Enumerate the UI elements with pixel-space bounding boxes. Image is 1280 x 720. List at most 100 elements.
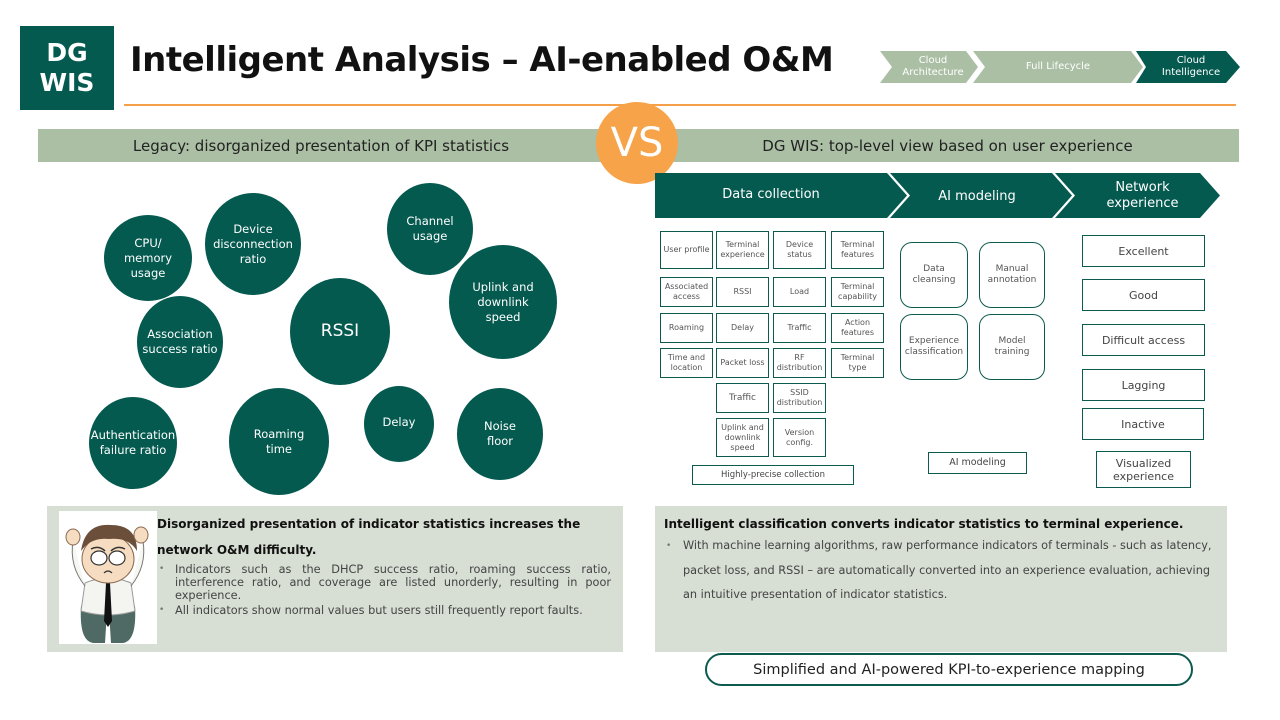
data-cell: Traffic <box>773 313 826 343</box>
data-cell: RSSI <box>716 277 769 307</box>
experience-level: Good <box>1082 279 1205 311</box>
network-experience-caption: Visualized experience <box>1096 451 1191 488</box>
title-divider <box>124 104 1236 106</box>
logo-line-1: DG <box>46 38 88 67</box>
logo-line-2: WIS <box>39 68 95 97</box>
kpi-bubble-label: Roaming time <box>253 426 305 456</box>
data-cell-label: Traffic <box>728 393 757 403</box>
data-cell-label: RSSI <box>733 287 752 296</box>
kpi-bubble: CPU/ memory usage <box>104 215 192 301</box>
ai-cell-label: Data cleansing <box>912 264 956 285</box>
step-network-experience: Network experience <box>1055 173 1220 218</box>
vs-label: VS <box>610 120 664 166</box>
data-collection-caption: Highly-precise collection <box>692 465 854 485</box>
dgwis-info-text: Intelligent classification converts indi… <box>664 514 1220 608</box>
experience-level: Excellent <box>1082 235 1205 267</box>
ai-cell-label: Model training <box>994 336 1030 357</box>
kpi-bubble-label: Authentication failure ratio <box>90 428 176 457</box>
data-cell: Terminal type <box>831 348 884 378</box>
ai-cell: Data cleansing <box>900 242 968 308</box>
data-cell-label: Action features <box>840 318 875 337</box>
dgwis-info-bullets: With machine learning algorithms, raw pe… <box>664 534 1220 608</box>
data-cell-label: Terminal capability <box>838 282 877 301</box>
step-label: AI modeling <box>938 189 1016 204</box>
experience-level-label: Lagging <box>1121 378 1166 392</box>
caption-label: Highly-precise collection <box>721 470 825 480</box>
experience-level: Inactive <box>1082 408 1204 440</box>
step-label: Data collection <box>722 186 820 202</box>
dgwis-heading: DG WIS: top-level view based on user exp… <box>762 136 1133 155</box>
data-cell-label: Device status <box>785 240 814 259</box>
breadcrumb-label: Cloud Intelligence <box>1161 55 1221 78</box>
kpi-bubble: Association success ratio <box>137 296 223 388</box>
legacy-info-panel: Disorganized presentation of indicator s… <box>47 506 623 652</box>
data-cell: Version config. <box>773 418 826 457</box>
kpi-bubble: Authentication failure ratio <box>89 397 177 489</box>
bullet-item: With machine learning algorithms, raw pe… <box>664 534 1220 608</box>
kpi-bubble-label: Channel usage <box>406 214 454 243</box>
data-cell: Terminal capability <box>831 277 884 307</box>
summary-pill: Simplified and AI-powered KPI-to-experie… <box>705 653 1193 686</box>
vs-badge: VS <box>596 102 678 184</box>
experience-level-label: Good <box>1129 288 1158 302</box>
data-cell: Associated access <box>660 277 713 307</box>
data-cell-label: Load <box>789 287 810 296</box>
kpi-bubble: Noise floor <box>457 388 543 480</box>
data-cell: SSID distribution <box>773 383 826 413</box>
data-cell: Device status <box>773 231 826 269</box>
data-cell: Action features <box>831 313 884 343</box>
data-cell-label: RF distribution <box>776 353 823 372</box>
data-cell-label: Delay <box>731 323 754 332</box>
bullet-item: All indicators show normal values but us… <box>157 604 611 617</box>
ai-cell: Experience classification <box>900 314 968 380</box>
ai-cell: Manual annotation <box>979 242 1045 308</box>
frustrated-person-icon <box>65 524 149 643</box>
kpi-bubble: Device disconnection ratio <box>205 193 301 295</box>
kpi-bubble: Channel usage <box>387 183 473 275</box>
legacy-info-text: Disorganized presentation of indicator s… <box>157 511 611 617</box>
kpi-bubble: Roaming time <box>229 388 329 495</box>
frustrated-engineer-illustration <box>59 511 157 644</box>
data-cell-label: Roaming <box>668 323 705 332</box>
experience-level: Difficult access <box>1082 324 1205 356</box>
data-cell-label: Associated access <box>664 282 709 301</box>
data-cell: Traffic <box>716 383 769 413</box>
data-cell: Load <box>773 277 826 307</box>
breadcrumb-label: Full Lifecycle <box>1025 61 1091 72</box>
kpi-bubble: Delay <box>364 386 434 462</box>
caption-label: AI modeling <box>949 457 1006 468</box>
breadcrumb-cloud-intelligence[interactable]: Cloud Intelligence <box>1136 51 1240 83</box>
page-title: Intelligent Analysis – AI-enabled O&M <box>130 40 834 80</box>
kpi-bubble-label: Noise floor <box>484 419 516 448</box>
breadcrumb-cloud-architecture[interactable]: Cloud Architecture <box>880 51 978 83</box>
data-cell: Packet loss <box>716 348 769 378</box>
data-cell: RF distribution <box>773 348 826 378</box>
breadcrumb-label: Cloud Architecture <box>902 55 964 78</box>
ai-cell-label: Manual annotation <box>987 264 1037 285</box>
kpi-bubble: Uplink and downlink speed <box>449 245 557 359</box>
data-cell: Terminal features <box>831 231 884 269</box>
experience-level-label: Difficult access <box>1101 333 1186 347</box>
step-data-collection: Data collection <box>655 173 907 218</box>
step-label: Network experience <box>1106 179 1179 211</box>
data-cell-label: Terminal experience <box>720 240 765 259</box>
dgwis-info-panel: Intelligent classification converts indi… <box>655 506 1227 652</box>
kpi-bubble-label: Association success ratio <box>142 327 218 356</box>
kpi-bubble-label: Device disconnection ratio <box>213 221 293 266</box>
breadcrumb-full-lifecycle[interactable]: Full Lifecycle <box>973 51 1143 83</box>
kpi-bubble-label: RSSI <box>320 321 360 341</box>
kpi-bubble-label: Delay <box>382 414 416 429</box>
ai-modeling-caption: AI modeling <box>928 452 1027 474</box>
dgwis-heading-band: DG WIS: top-level view based on user exp… <box>656 129 1239 162</box>
data-cell-label: Packet loss <box>720 358 765 367</box>
data-cell: Terminal experience <box>716 231 769 269</box>
experience-level-label: Excellent <box>1118 244 1169 258</box>
data-cell: User profile <box>660 231 713 269</box>
experience-level: Lagging <box>1082 369 1205 401</box>
data-cell: Roaming <box>660 313 713 343</box>
step-ai-modeling: AI modeling <box>890 173 1072 218</box>
dgwis-logo: DG WIS <box>20 26 114 110</box>
ai-cell-label: Experience classification <box>904 336 964 357</box>
data-cell-label: Uplink and downlink speed <box>721 422 764 452</box>
bullet-item: Indicators such as the DHCP success rati… <box>157 563 611 602</box>
